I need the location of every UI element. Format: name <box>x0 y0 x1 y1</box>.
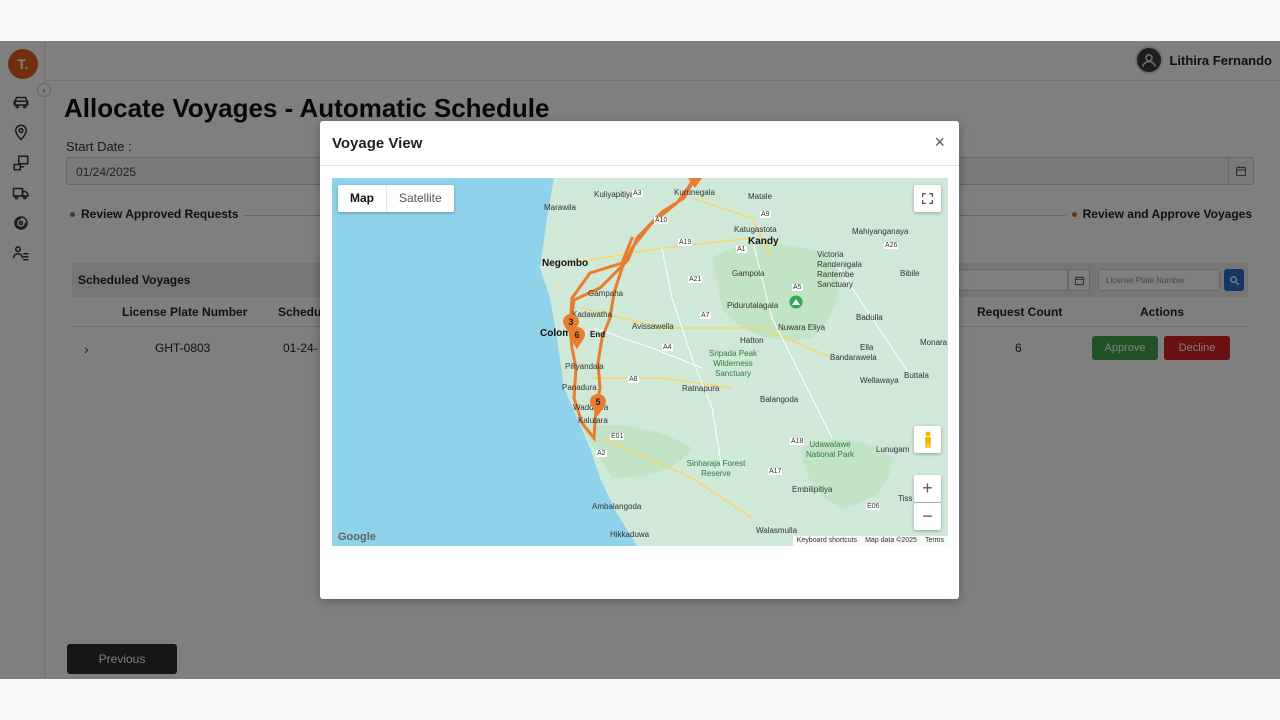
map-attribution: Keyboard shortcuts Map data ©2025 Terms <box>792 536 948 546</box>
road-shield: A21 <box>688 276 703 283</box>
road-shield: A5 <box>792 284 803 291</box>
route-stop-marker[interactable]: 6 <box>568 327 586 349</box>
road-shield: A7 <box>700 312 711 319</box>
map-place-label: Badulla <box>856 313 883 322</box>
mountain-peak-icon <box>789 295 803 309</box>
road-shield: A8 <box>628 376 639 383</box>
map-place-label: Avissawella <box>632 322 674 331</box>
map-place-label: Tiss <box>898 494 913 503</box>
route-start-marker-icon <box>688 178 702 188</box>
map-place-label: Balangoda <box>760 395 799 404</box>
road-shield: A2 <box>596 450 607 457</box>
modal-header: Voyage View × <box>320 121 959 166</box>
road-shield: A17 <box>768 468 783 475</box>
voyage-map[interactable]: Map Satellite + − Kuliyapitiya Kurunegal… <box>332 178 948 546</box>
road-shield: A26 <box>884 242 899 249</box>
map-place-label: Sinharaja Forest Reserve <box>686 459 746 478</box>
marker-number: 5 <box>595 397 601 407</box>
map-place-label: End <box>590 330 606 339</box>
map-place-label: Hatton <box>740 336 764 345</box>
map-place-label: Monara <box>920 338 948 347</box>
map-place-label: Lunugam <box>876 445 910 454</box>
map-place-label: Katugastota <box>734 225 777 234</box>
road-shield: A18 <box>790 438 805 445</box>
map-type-control[interactable]: Map Satellite <box>338 185 454 212</box>
background-band-bottom <box>0 679 1280 720</box>
map-place-label: Kuliyapitiya <box>594 190 635 199</box>
map-type-map-button[interactable]: Map <box>338 185 387 212</box>
map-place-label: Marawila <box>544 203 577 212</box>
map-place-label: Hikkaduwa <box>610 530 650 539</box>
road-shield: E01 <box>610 433 625 440</box>
map-place-label: Matale <box>748 192 773 201</box>
modal-title: Voyage View <box>332 135 423 152</box>
map-place-label: Ratnapura <box>682 384 720 393</box>
marker-number: 6 <box>574 330 580 340</box>
close-icon[interactable]: × <box>934 133 945 151</box>
map-place-label: Kurunegala <box>674 188 715 197</box>
map-place-label: Udawalawe National Park <box>805 440 855 459</box>
fullscreen-icon[interactable] <box>914 185 941 212</box>
voyage-view-modal: Voyage View × Map Satellite + − Kuliyapi… <box>320 121 959 599</box>
zoom-in-button[interactable]: + <box>914 475 941 502</box>
google-logo: Google <box>338 531 376 543</box>
map-place-label: Mahiyanganaya <box>852 227 909 236</box>
map-place-label: Gampola <box>732 269 765 278</box>
road-shield: A4 <box>662 344 673 351</box>
road-shield: E06 <box>866 503 881 510</box>
road-shield: A10 <box>654 217 669 224</box>
marker-number: 3 <box>568 317 574 327</box>
map-place-label: Kandy <box>748 236 779 247</box>
map-place-label: Wellawaya <box>860 376 899 385</box>
map-place-label: Walasmulla <box>756 526 798 535</box>
road-shield: A19 <box>678 239 693 246</box>
map-place-label: Gampaha <box>588 289 624 298</box>
map-type-satellite-button[interactable]: Satellite <box>387 185 454 212</box>
map-place-label: Kalutara <box>578 416 608 425</box>
map-place-label: Negombo <box>542 258 589 269</box>
map-place-label: Ambalangoda <box>592 502 642 511</box>
map-place-label: Panadura <box>562 383 597 392</box>
road-shield: A9 <box>760 211 771 218</box>
road-shield: A3 <box>632 190 643 197</box>
terms-link[interactable]: Terms <box>925 537 944 545</box>
road-shield: A1 <box>736 246 747 253</box>
street-view-pegman-icon[interactable] <box>914 426 941 453</box>
map-place-label: Buttala <box>904 371 929 380</box>
map-place-label: Bibile <box>900 269 920 278</box>
map-place-label: Victoria Randenigala Rantembe Sanctuary <box>817 250 862 289</box>
map-data-label: Map data ©2025 <box>865 537 917 544</box>
keyboard-shortcuts-link[interactable]: Keyboard shortcuts <box>797 537 857 545</box>
route-stop-marker[interactable]: 5 <box>589 394 607 416</box>
map-place-label: Embilipitiya <box>792 485 833 494</box>
map-place-label: Ella <box>860 343 874 352</box>
zoom-out-button[interactable]: − <box>914 503 941 530</box>
map-place-label: Pidurutalagala <box>727 301 779 310</box>
background-band-top <box>0 0 1280 41</box>
map-place-label: Piliyandala <box>565 362 604 371</box>
map-place-label: Sripada Peak Wilderness Sanctuary <box>708 349 758 378</box>
map-place-label: Nuwara Eliya <box>778 323 826 332</box>
map-place-label: Bandarawela <box>830 353 877 362</box>
